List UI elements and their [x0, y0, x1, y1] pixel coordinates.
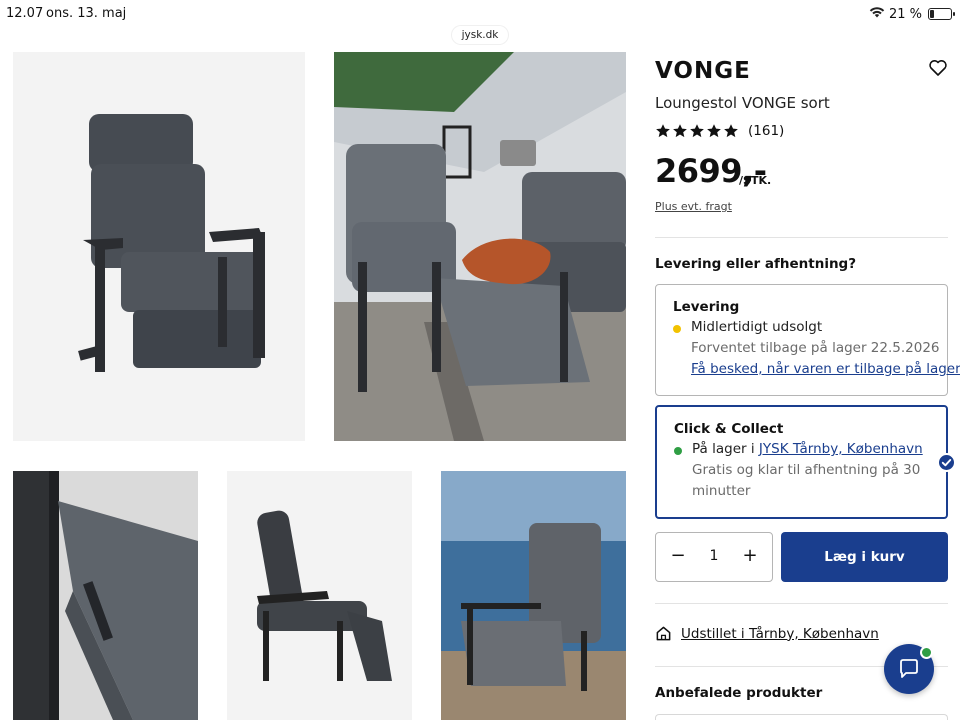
delivery-option-card[interactable]: Levering Midlertidigt udsolgt Forventet … — [655, 284, 960, 396]
store-link[interactable]: JYSK Tårnby, København — [759, 441, 923, 457]
rating-count: (161) — [748, 123, 785, 139]
product-image-detail[interactable] — [13, 471, 198, 720]
battery-icon — [928, 8, 955, 20]
divider — [655, 603, 948, 604]
house-icon — [656, 626, 671, 641]
quantity-stepper: − 1 + — [655, 532, 773, 582]
add-to-cart-button[interactable]: Læg i kurv — [781, 532, 948, 582]
check-icon — [937, 453, 956, 472]
product-rating[interactable]: (161) — [655, 123, 784, 139]
chat-online-indicator — [920, 646, 933, 659]
status-bar: 12.07 ons. 13. maj 21 % — [0, 0, 960, 28]
recommended-products-box[interactable] — [655, 714, 948, 720]
delivery-option-title: Levering — [673, 299, 740, 315]
stock-prefix: På lager i — [692, 441, 759, 457]
click-collect-card[interactable]: Click & Collect På lager i JYSK Tårnby, … — [655, 405, 956, 519]
showroom-row[interactable]: Udstillet i Tårnby, København — [655, 625, 879, 642]
battery-percent: 21 % — [888, 6, 922, 22]
status-dot-green — [674, 447, 682, 455]
price-unit: /STK. — [739, 174, 772, 187]
quantity-decrease-button[interactable]: − — [667, 545, 689, 567]
product-image-main[interactable] — [13, 52, 305, 441]
wifi-icon — [869, 6, 885, 22]
product-image-sea[interactable] — [441, 471, 626, 720]
heart-icon[interactable] — [928, 58, 948, 78]
pickup-line-1: Gratis og klar til afhentning på 30 — [692, 462, 921, 478]
stock-line: På lager i JYSK Tårnby, København — [692, 441, 923, 457]
product-brand: VONGE — [655, 58, 751, 84]
pickup-line-2: minutter — [692, 483, 751, 499]
click-collect-title: Click & Collect — [674, 421, 784, 437]
star-icon — [690, 124, 704, 138]
shipping-note[interactable]: Plus evt. fragt — [655, 200, 732, 213]
notify-link[interactable]: Få besked, når varen er tilbage på lager — [691, 361, 960, 377]
star-icon — [673, 124, 687, 138]
star-icon — [724, 124, 738, 138]
star-icon — [707, 124, 721, 138]
showroom-prefix: Udstillet i — [681, 625, 749, 642]
product-image-side[interactable] — [227, 471, 412, 720]
delivery-status: Midlertidigt udsolgt — [691, 319, 823, 335]
quantity-increase-button[interactable]: + — [739, 545, 761, 567]
showroom-text[interactable]: Udstillet i Tårnby, København — [681, 626, 879, 642]
url-pill[interactable]: jysk.dk — [452, 26, 508, 44]
status-time: 12.07 — [6, 6, 44, 21]
product-subtitle: Loungestol VONGE sort — [655, 94, 830, 112]
product-image-scene[interactable] — [334, 52, 626, 441]
star-icon — [656, 124, 670, 138]
status-dot-yellow — [673, 325, 681, 333]
recommended-heading: Anbefalede produkter — [655, 685, 823, 701]
delivery-question: Levering eller afhentning? — [655, 256, 857, 272]
showroom-store: Tårnby, København — [748, 625, 879, 642]
status-right: 21 % — [869, 6, 955, 22]
chat-icon — [900, 659, 918, 678]
quantity-value[interactable]: 1 — [702, 548, 726, 564]
divider — [655, 237, 948, 238]
delivery-expected: Forventet tilbage på lager 22.5.2026 — [691, 340, 940, 356]
status-date: ons. 13. maj — [46, 6, 127, 21]
